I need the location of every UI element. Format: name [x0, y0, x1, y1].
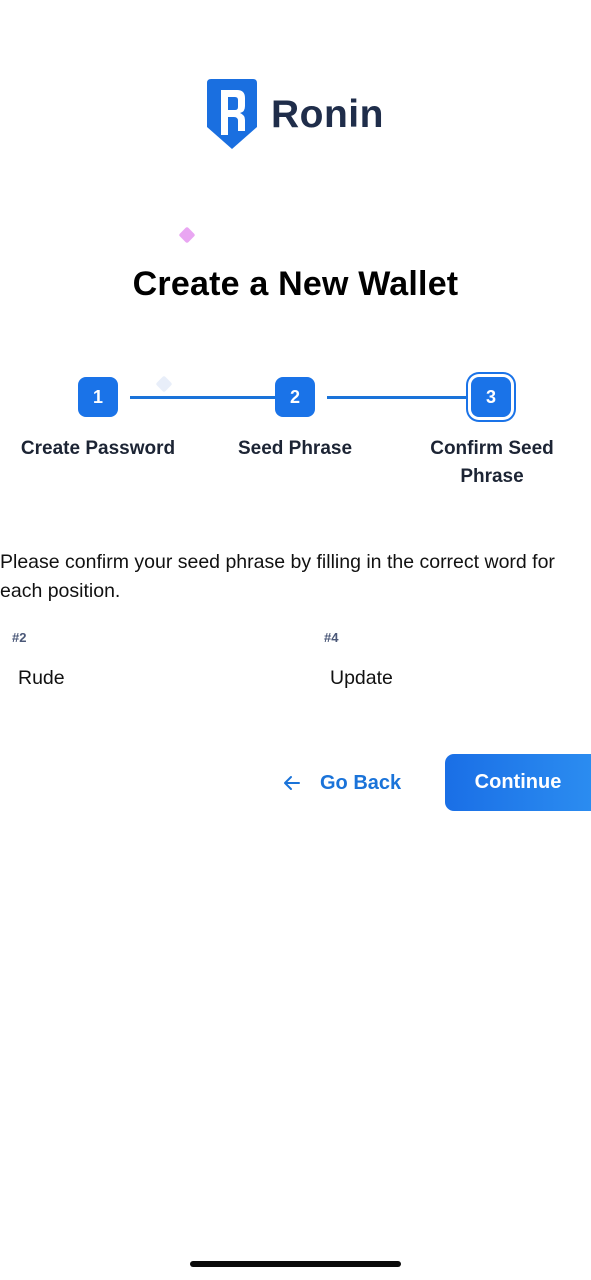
go-back-label: Go Back [320, 771, 402, 794]
stepper-connector [327, 396, 471, 399]
step-3-badge-current: 3 [471, 377, 511, 417]
decorative-diamond [155, 375, 173, 393]
brand-name: Ronin [271, 92, 384, 136]
step-2-label: Seed Phrase [237, 438, 353, 459]
seed-word-option[interactable]: Rude [18, 667, 65, 690]
seed-word-option[interactable]: Update [330, 667, 393, 690]
arrow-left-icon [284, 776, 300, 790]
page-title: Create a New Wallet [132, 265, 459, 303]
step-3-label: Confirm Seed Phrase [430, 438, 554, 487]
step-2-badge: 2 [275, 377, 315, 417]
step-1-badge: 1 [78, 377, 118, 417]
word-position-label: #2 [12, 630, 27, 645]
decorative-diamond [178, 226, 196, 244]
go-back-button[interactable]: Go Back [282, 763, 401, 803]
word-position-label: #4 [324, 630, 339, 645]
stepper-connector [130, 396, 276, 399]
ronin-shield-logo-icon [207, 79, 257, 149]
step-1-label: Create Password [20, 438, 176, 459]
ronin-logo: Ronin [207, 79, 384, 149]
home-indicator[interactable] [190, 1261, 401, 1267]
confirm-instructions: Please confirm your seed phrase by filli… [0, 551, 555, 602]
continue-button[interactable]: Continue [445, 754, 591, 811]
